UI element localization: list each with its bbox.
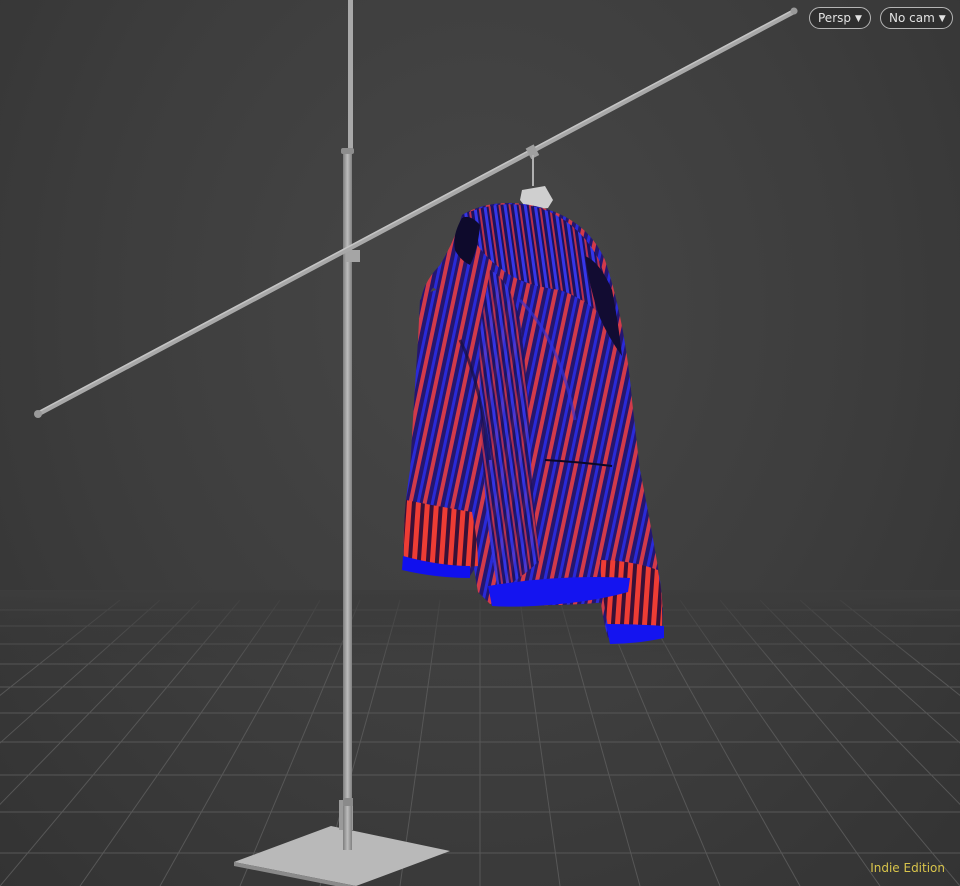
camera-menu-label: No cam	[889, 11, 935, 25]
stand-pole	[341, 0, 360, 850]
chevron-down-icon: ▼	[855, 14, 862, 24]
scene-canvas	[0, 0, 960, 886]
view-menu-button[interactable]: Persp ▼	[809, 7, 871, 29]
hanger-hook	[520, 155, 553, 210]
view-menu-label: Persp	[818, 11, 851, 25]
edition-label: Indie Edition	[870, 861, 945, 875]
jacket-cloth	[402, 202, 664, 644]
stand-base	[234, 800, 450, 886]
3d-viewport[interactable]: Persp ▼ No cam ▼ Indie Edition	[0, 0, 960, 886]
boom-arm	[34, 7, 798, 418]
camera-menu-button[interactable]: No cam ▼	[880, 7, 953, 29]
chevron-down-icon: ▼	[938, 14, 946, 24]
